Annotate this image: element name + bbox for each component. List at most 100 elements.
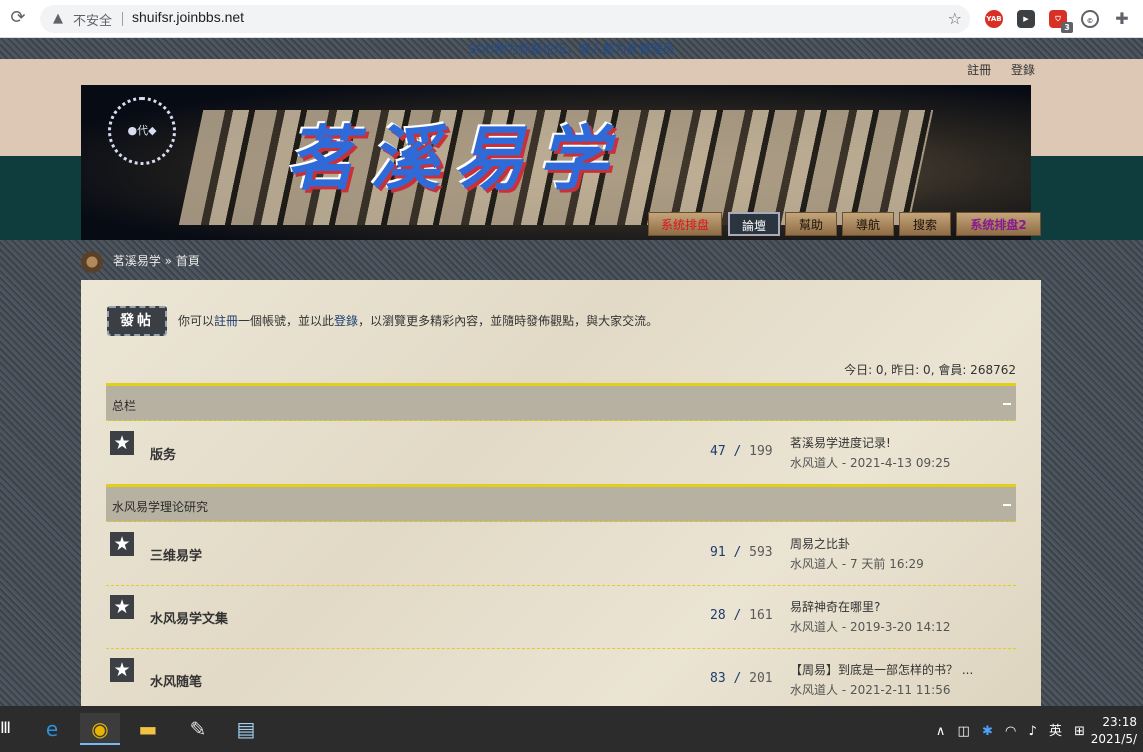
category-header: 总栏 <box>106 383 1016 421</box>
notice-text: ，以瀏覽更多精彩內容，並隨時發佈觀點，與大家交流。 <box>358 314 659 328</box>
category-title[interactable]: 水风易学理论研究 <box>112 498 208 515</box>
forum-star-icon: ★ <box>110 532 134 556</box>
volume-icon[interactable]: ♪ <box>1029 724 1037 739</box>
forum-name[interactable]: 版务 <box>150 444 176 463</box>
extension-badge-count: 3 <box>1061 22 1073 33</box>
new-post-button[interactable]: 發帖 <box>107 306 167 336</box>
category-header: 水风易学理论研究 <box>106 484 1016 522</box>
login-link[interactable]: 登錄 <box>1011 63 1035 77</box>
register-link[interactable]: 註冊 <box>967 63 991 77</box>
forum-counts: 83 / 201 <box>710 671 773 686</box>
breadcrumb: 茗溪易学 » 首頁 <box>81 250 200 273</box>
warning-icon[interactable]: ▲ <box>50 11 66 27</box>
last-post-title[interactable]: 茗溪易学进度记录! <box>790 433 950 453</box>
wifi-icon[interactable]: ◠ <box>1005 724 1016 739</box>
windows-taskbar: Ⅲ e ◉ ▬ ✎ ▤ ∧ ◫ ✱ ◠ ♪ 英 ⊞ 23:18 2021/5/ <box>0 706 1143 752</box>
last-post: 【周易】到底是一部怎样的书？ ... 水风道人 - 2021-2-11 11:5… <box>790 660 973 700</box>
forum-name[interactable]: 三维易学 <box>150 545 202 564</box>
forum-counts: 28 / 161 <box>710 608 773 623</box>
forum-name[interactable]: 水风随笔 <box>150 671 202 690</box>
nav-item-search[interactable]: 搜索 <box>899 212 951 236</box>
breadcrumb-root[interactable]: 茗溪易学 <box>113 254 161 268</box>
thread-count: 28 <box>710 608 726 623</box>
clock-date: 2021/5/ <box>1090 732 1137 746</box>
collapse-icon[interactable] <box>1003 403 1011 405</box>
tray-chevron-icon[interactable]: ∧ <box>936 724 946 739</box>
post-count: 201 <box>749 671 773 686</box>
network-icon[interactable]: ◫ <box>958 724 970 739</box>
nav-item-paipan2[interactable]: 系统排盘2 <box>956 212 1041 236</box>
last-post-meta: 水风道人 - 2021-2-11 11:56 <box>790 683 951 697</box>
last-post-meta: 水风道人 - 2021-4-13 09:25 <box>790 456 951 470</box>
yab-extension-icon[interactable]: YAB <box>985 10 1003 28</box>
bookmark-star-icon[interactable]: ☆ <box>948 9 962 28</box>
forum-star-icon: ★ <box>110 431 134 455</box>
breadcrumb-separator: » <box>164 254 173 268</box>
notice-login-link[interactable]: 登錄 <box>334 314 358 328</box>
top-links: 註冊 登錄 <box>951 61 1035 78</box>
notice-text: 你可以 <box>178 314 215 328</box>
nav-item-paipan[interactable]: 系统排盘 <box>648 212 722 236</box>
last-post-title[interactable]: 【周易】到底是一部怎样的书？ ... <box>790 660 973 680</box>
system-tray: ∧ ◫ ✱ ◠ ♪ 英 ⊞ <box>928 720 1085 739</box>
shield-extension-icon[interactable]: ⛉ 3 <box>1049 10 1073 33</box>
address-separator <box>122 12 123 26</box>
thread-count: 91 <box>710 545 726 560</box>
banner-seal-logo: ●代◆ <box>108 97 176 165</box>
ime-indicator[interactable]: 英 <box>1049 724 1062 739</box>
puzzle-extension-icon[interactable]: ✚ <box>1113 10 1131 28</box>
last-post-meta: 水风道人 - 2019-3-20 14:12 <box>790 620 951 634</box>
clock-time: 23:18 <box>1102 715 1137 729</box>
last-post: 周易之比卦 水风道人 - 7 天前 16:29 <box>790 534 924 574</box>
file-explorer-icon[interactable]: ▬ <box>128 713 168 745</box>
post-count: 161 <box>749 608 773 623</box>
url-text[interactable]: shuifsr.joinbbs.net <box>132 9 244 25</box>
guest-notice: 你可以註冊一個帳號，並以此登錄，以瀏覽更多精彩內容，並隨時發佈觀點，與大家交流。 <box>178 312 658 329</box>
post-count: 199 <box>749 444 773 459</box>
reload-icon[interactable]: ⟳ <box>8 8 28 28</box>
thread-count: 47 <box>710 444 726 459</box>
last-post-title[interactable]: 易辞神奇在哪里? <box>790 597 950 617</box>
video-extension-icon[interactable]: ▶ <box>1017 10 1035 28</box>
address-bar[interactable]: ▲ 不安全 shuifsr.joinbbs.net ☆ <box>40 5 970 33</box>
category-title[interactable]: 总栏 <box>112 397 136 414</box>
last-post-meta: 水风道人 - 7 天前 16:29 <box>790 557 924 571</box>
forum-stats: 今日: 0, 昨日: 0, 會員: 268762 <box>844 363 1016 377</box>
system-clock[interactable]: 23:18 2021/5/ <box>1089 714 1137 748</box>
last-post: 茗溪易学进度记录! 水风道人 - 2021-4-13 09:25 <box>790 433 950 473</box>
post-count: 593 <box>749 545 773 560</box>
notice-text: 一個帳號，並以此 <box>238 314 335 328</box>
shield-glyph: ⛉ <box>1055 15 1061 23</box>
forum-counts: 47 / 199 <box>710 444 773 459</box>
forum-row: ★ 版务 47 / 199 茗溪易学进度记录! 水风道人 - 2021-4-13… <box>106 422 1016 485</box>
ime-grid-icon[interactable]: ⊞ <box>1074 724 1085 739</box>
forum-star-icon: ★ <box>110 658 134 682</box>
bluetooth-icon[interactable]: ✱ <box>982 724 993 739</box>
marquee-text: SOH物为标题论坛，城人都为其管理员 <box>468 42 675 56</box>
last-post: 易辞神奇在哪里? 水风道人 - 2019-3-20 14:12 <box>790 597 950 637</box>
forum-row: ★ 三维易学 91 / 593 周易之比卦 水风道人 - 7 天前 16:29 <box>106 523 1016 586</box>
edge-icon[interactable]: e <box>32 713 72 745</box>
breadcrumb-current: 首頁 <box>175 254 200 268</box>
notice-register-link[interactable]: 註冊 <box>214 314 238 328</box>
nav-item-navigation[interactable]: 導航 <box>842 212 894 236</box>
forum-row: ★ 水风易学文集 28 / 161 易辞神奇在哪里? 水风道人 - 2019-3… <box>106 586 1016 649</box>
paint-icon[interactable]: ✎ <box>178 713 218 745</box>
browser-toolbar: ⟳ ▲ 不安全 shuifsr.joinbbs.net ☆ YAB ▶ ⛉ 3 … <box>0 0 1143 38</box>
task-view-icon[interactable]: Ⅲ <box>0 718 11 737</box>
forum-name[interactable]: 水风易学文集 <box>150 608 228 627</box>
circle-extension-icon[interactable]: © <box>1081 10 1099 28</box>
banner-title: 茗溪易学 <box>286 117 622 200</box>
home-icon[interactable] <box>81 250 103 273</box>
forum-counts: 91 / 593 <box>710 545 773 560</box>
nav-item-help[interactable]: 幫助 <box>785 212 837 236</box>
notepad-icon[interactable]: ▤ <box>226 713 266 745</box>
security-label[interactable]: 不安全 <box>73 10 112 29</box>
collapse-icon[interactable] <box>1003 504 1011 506</box>
chrome-icon[interactable]: ◉ <box>80 713 120 745</box>
forum-row: ★ 水风随笔 83 / 201 【周易】到底是一部怎样的书？ ... 水风道人 … <box>106 649 1016 712</box>
forum-star-icon: ★ <box>110 595 134 619</box>
thread-count: 83 <box>710 671 726 686</box>
last-post-title[interactable]: 周易之比卦 <box>790 534 924 554</box>
nav-item-forum[interactable]: 論壇 <box>728 212 780 236</box>
